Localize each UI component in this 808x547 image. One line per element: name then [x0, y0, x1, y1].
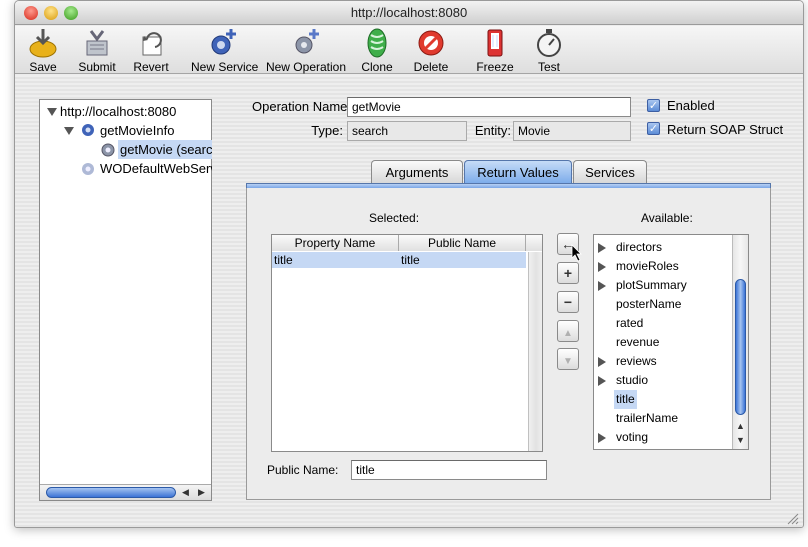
enabled-checkbox[interactable]: ✓ — [647, 99, 660, 112]
disclosure-closed-icon[interactable] — [598, 357, 606, 367]
available-item[interactable]: studio — [614, 371, 650, 390]
column-header-public-name[interactable]: Public Name — [399, 235, 526, 251]
available-item[interactable]: rated — [614, 314, 645, 333]
tree-operation-item[interactable]: getMovie (searc — [120, 140, 212, 159]
tree-root-item[interactable]: http://localhost:8080 — [60, 102, 176, 121]
clone-icon — [367, 28, 387, 58]
available-item[interactable]: trailerName — [614, 409, 680, 428]
table-row[interactable]: title title — [272, 252, 526, 268]
tab-services[interactable]: Services — [573, 160, 647, 184]
disclosure-closed-icon[interactable] — [598, 262, 606, 272]
available-item[interactable]: voting — [614, 428, 650, 447]
available-list[interactable]: directors movieRoles plotSummary posterN… — [593, 234, 749, 450]
delete-button[interactable]: Delete — [411, 26, 451, 74]
delete-icon — [418, 30, 444, 56]
revert-icon — [142, 32, 162, 56]
return-soap-struct-checkbox[interactable]: ✓ — [647, 122, 660, 135]
disclosure-closed-icon[interactable] — [598, 376, 606, 386]
toolbar: Save Submit Revert New Service New Opera… — [15, 26, 803, 74]
selected-table[interactable]: Property Name Public Name title title — [271, 234, 543, 452]
entity-field: Movie — [513, 121, 631, 141]
move-up-button[interactable]: ▲ — [557, 320, 579, 342]
revert-button[interactable]: Revert — [129, 26, 173, 74]
scroll-thumb[interactable] — [46, 487, 176, 498]
new-service-button[interactable]: New Service — [191, 26, 258, 74]
app-window: http://localhost:8080 Save Submit Revert… — [14, 0, 804, 528]
operation-name-label: Operation Name: — [252, 99, 351, 114]
table-vertical-scrollbar[interactable] — [528, 252, 542, 451]
tab-arguments[interactable]: Arguments — [371, 160, 463, 184]
new-service-icon — [211, 29, 236, 55]
service-icon — [82, 163, 94, 175]
table-cell-public: title — [401, 253, 420, 267]
test-button[interactable]: Test — [529, 26, 569, 74]
submit-button[interactable]: Submit — [73, 26, 121, 74]
submit-icon — [86, 30, 108, 56]
add-button[interactable]: + — [557, 262, 579, 284]
tab-return-values[interactable]: Return Values — [464, 160, 572, 184]
resize-grip-icon[interactable] — [785, 511, 799, 525]
plus-icon: + — [563, 265, 573, 281]
remove-button[interactable]: − — [557, 291, 579, 313]
window-title: http://localhost:8080 — [350, 5, 468, 20]
enabled-label: Enabled — [667, 98, 715, 113]
tree-horizontal-scrollbar[interactable]: ◀ ▶ — [40, 484, 211, 500]
operation-name-field[interactable]: getMovie — [347, 97, 631, 117]
move-down-button[interactable]: ▼ — [557, 348, 579, 370]
available-item-selected[interactable]: title — [614, 390, 637, 409]
triangle-up-icon: ▲ — [563, 328, 573, 339]
clone-button[interactable]: Clone — [357, 26, 397, 74]
save-icon — [29, 29, 57, 58]
type-field: search — [347, 121, 467, 141]
content-area: http://localhost:8080 getMovieInfo getMo… — [15, 75, 803, 527]
freeze-button[interactable]: Freeze — [473, 26, 517, 74]
new-operation-button[interactable]: New Operation — [265, 26, 347, 74]
scroll-up-arrow-icon[interactable]: ▲ — [736, 421, 745, 431]
return-soap-struct-label: Return SOAP Struct — [667, 122, 784, 137]
available-item[interactable]: directors — [614, 238, 664, 257]
type-label: Type: — [311, 123, 343, 138]
entity-label: Entity: — [474, 123, 511, 138]
scroll-down-arrow-icon[interactable]: ▼ — [736, 435, 745, 445]
disclosure-open-icon[interactable] — [64, 127, 74, 135]
service-tree[interactable]: http://localhost:8080 getMovieInfo getMo… — [39, 99, 212, 501]
tab-bar: Arguments Return Values Services — [371, 160, 647, 185]
available-item[interactable]: plotSummary — [614, 276, 689, 295]
triangle-down-icon: ▼ — [563, 356, 573, 367]
new-operation-icon — [295, 29, 319, 54]
disclosure-open-icon[interactable] — [47, 108, 57, 116]
tab-panel: Selected: Available: Property Name Publi… — [246, 188, 771, 500]
header-corner — [526, 235, 542, 251]
freeze-icon — [487, 29, 503, 57]
available-item[interactable]: posterName — [614, 295, 683, 314]
test-icon — [537, 29, 561, 57]
tree-default-service-item[interactable]: WODefaultWebServ — [100, 159, 212, 178]
title-bar: http://localhost:8080 — [15, 1, 803, 25]
tree-service-item[interactable]: getMovieInfo — [100, 121, 174, 140]
public-name-label: Public Name: — [267, 463, 339, 477]
operation-gear-icon — [101, 143, 115, 157]
available-vertical-scrollbar[interactable]: ▲ ▼ — [732, 235, 748, 449]
minus-icon: − — [563, 294, 573, 310]
column-header-property-name[interactable]: Property Name — [272, 235, 399, 251]
mouse-cursor-icon — [571, 244, 582, 262]
scroll-left-arrow-icon[interactable]: ◀ — [182, 487, 189, 498]
available-item[interactable]: movieRoles — [614, 257, 681, 276]
table-cell-property: title — [274, 253, 293, 267]
available-label: Available: — [641, 211, 693, 225]
scroll-right-arrow-icon[interactable]: ▶ — [198, 487, 205, 498]
public-name-field[interactable]: title — [351, 460, 547, 480]
available-item[interactable]: revenue — [614, 333, 661, 352]
scroll-thumb[interactable] — [735, 279, 746, 415]
selected-label: Selected: — [369, 211, 420, 225]
service-icon — [82, 124, 94, 136]
disclosure-closed-icon[interactable] — [598, 281, 606, 291]
save-button[interactable]: Save — [23, 26, 63, 74]
available-item[interactable]: reviews — [614, 352, 659, 371]
disclosure-closed-icon[interactable] — [598, 243, 606, 253]
disclosure-closed-icon[interactable] — [598, 433, 606, 443]
